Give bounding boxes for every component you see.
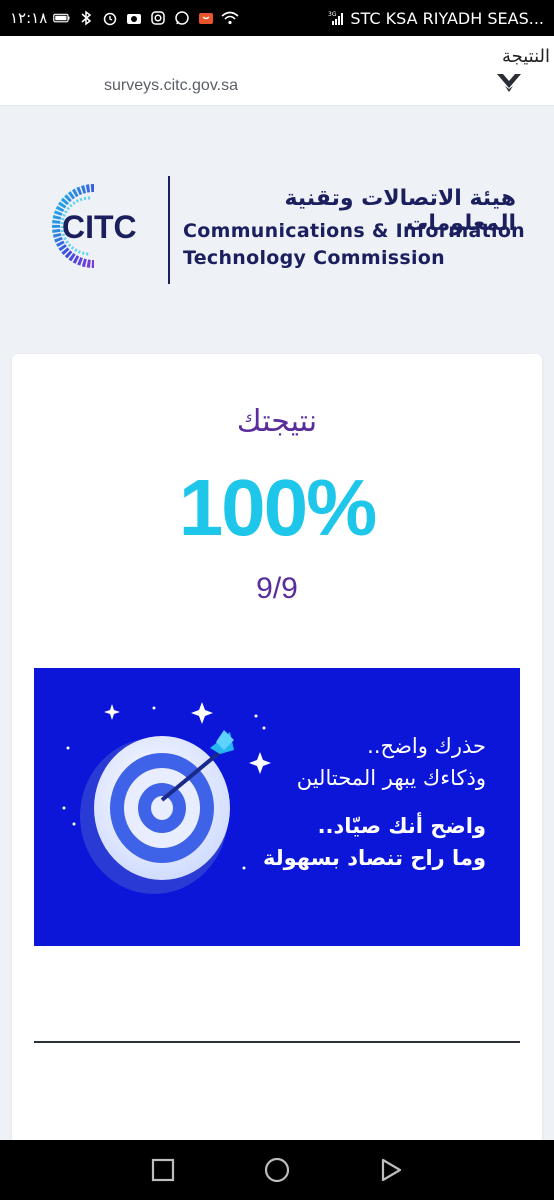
square-icon [151, 1158, 175, 1182]
result-label: نتيجتك [236, 404, 318, 439]
browser-header: surveys.citc.gov.sa النتيجة [0, 36, 554, 106]
camera-icon [125, 10, 143, 26]
carrier-name: STC KSA RIYADH SEAS... [350, 8, 544, 28]
recents-button[interactable] [150, 1157, 176, 1183]
nav-bar [0, 1140, 554, 1200]
citc-logo-icon: CITC [52, 184, 137, 268]
status-bar: ١٢:١٨ 3G STC KSA RIYADH SEAS... [0, 0, 554, 36]
score-percent: 100% [178, 463, 378, 552]
status-time: ١٢:١٨ [10, 9, 48, 27]
logo-divider [168, 176, 170, 284]
promo-line4: وما راح تنصاد بسهولة [262, 846, 486, 870]
bluetooth-icon [77, 10, 95, 26]
wifi-icon [221, 10, 239, 26]
brand-name-en-line1: Communications & Information [183, 220, 526, 242]
logo-text: CITC [62, 209, 137, 245]
home-button[interactable] [264, 1157, 290, 1183]
notification-icon [197, 10, 215, 26]
url-text[interactable]: surveys.citc.gov.sa [104, 77, 238, 95]
status-right: 3G STC KSA RIYADH SEAS... [328, 9, 544, 28]
whatsapp-icon [173, 10, 191, 26]
battery-icon [53, 10, 71, 26]
score-fraction: 9/9 [256, 572, 298, 605]
status-left: ١٢:١٨ [10, 9, 239, 27]
page-title: النتيجة [501, 46, 550, 67]
back-button[interactable] [378, 1157, 404, 1183]
promo-line1: حذرك واضح.. [367, 734, 486, 758]
promo-line2: وذكاءك يبهر المحتالين [296, 766, 486, 790]
instagram-icon [149, 10, 167, 26]
dart-target-icon [62, 702, 271, 894]
card-divider [34, 1041, 520, 1043]
promo-banner: حذرك واضح.. وذكاءك يبهر المحتالين واضح أ… [34, 668, 520, 946]
triangle-back-icon [381, 1158, 402, 1182]
result-card: نتيجتك 100% 9/9 حذرك واضح.. وذكاءك يبهر … [12, 354, 542, 1154]
app-logo-icon [497, 74, 521, 92]
circle-icon [264, 1157, 290, 1183]
signal-icon: 3G [328, 10, 346, 26]
network-type: 3G [328, 11, 337, 18]
brand-name-en-line2: Technology Commission [183, 247, 445, 269]
alarm-icon [101, 10, 119, 26]
promo-line3: واضح أنك صيّاد.. [317, 814, 486, 838]
